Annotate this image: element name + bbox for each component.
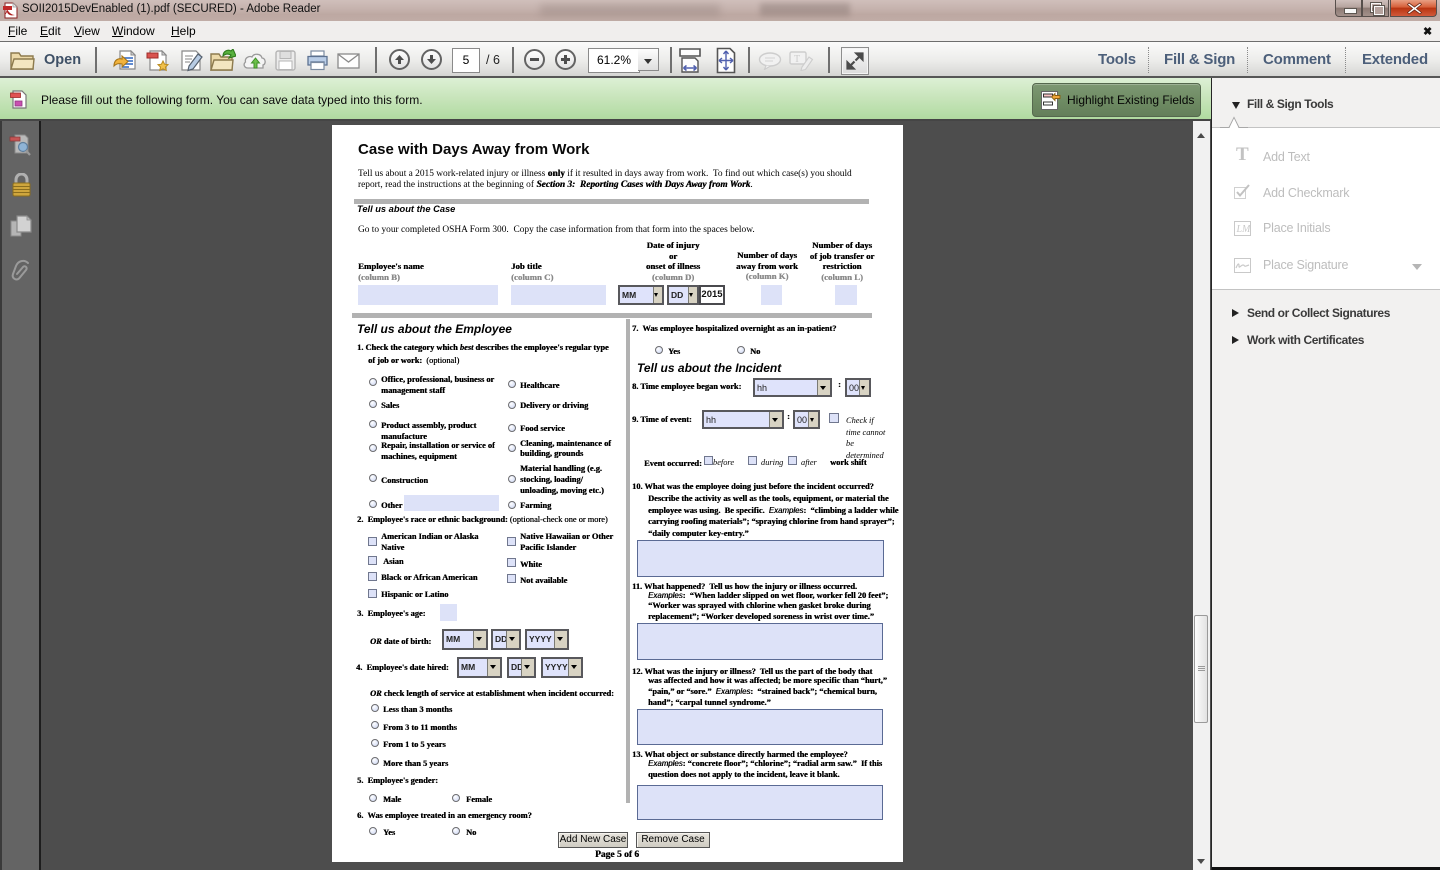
svg-text:T: T	[794, 54, 800, 65]
svg-text:LM: LM	[1236, 224, 1252, 235]
